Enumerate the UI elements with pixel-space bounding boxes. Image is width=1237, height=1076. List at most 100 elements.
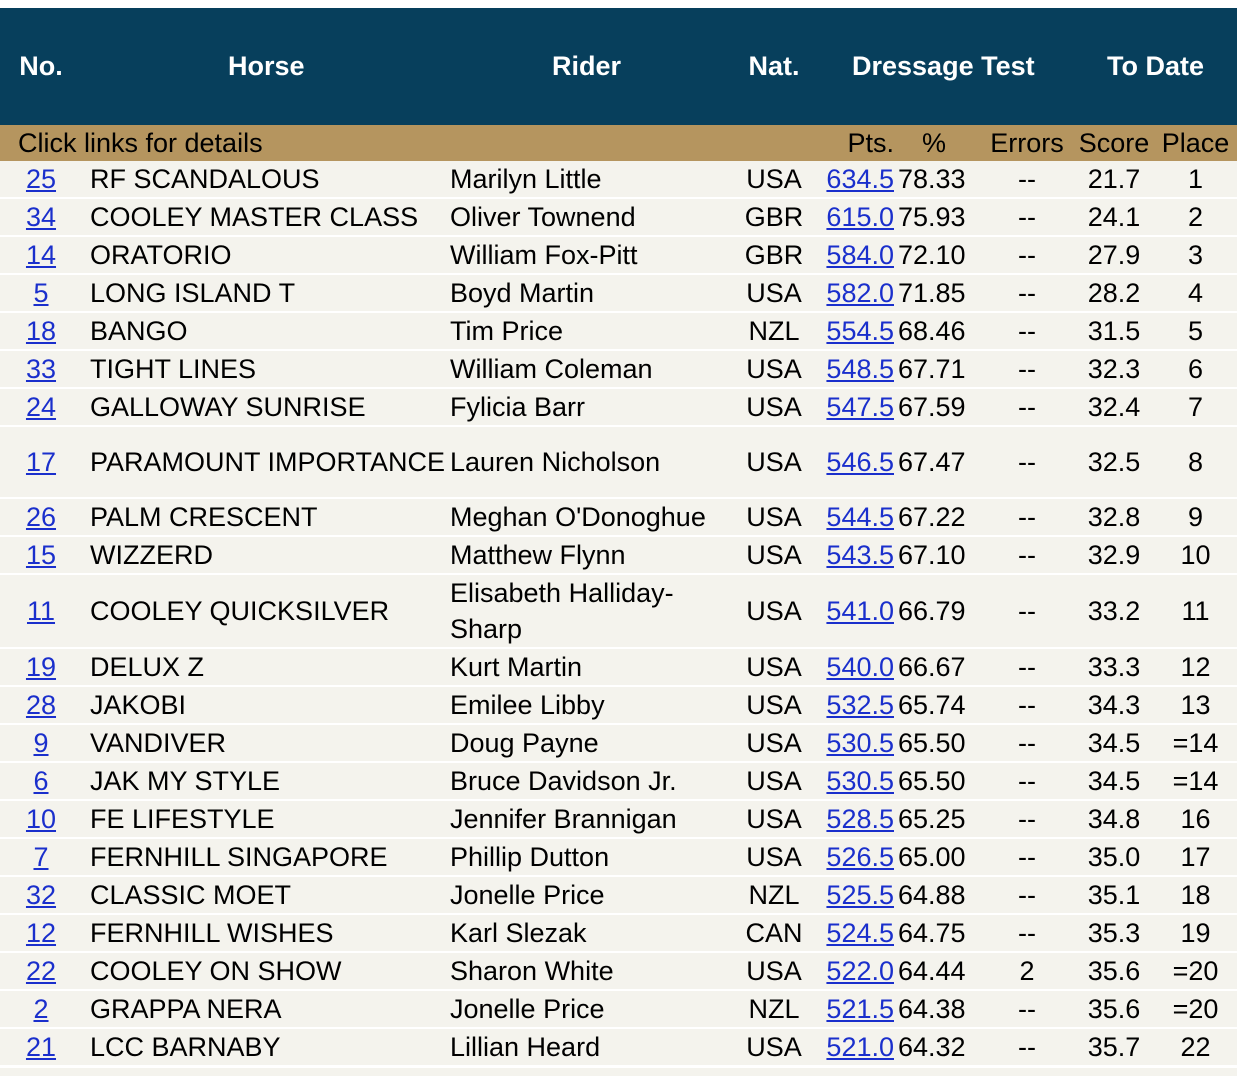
place: =20 [1154, 952, 1237, 991]
table-row: 18 BANGO Tim Price NZL 554.5 68.46 -- 31.5 5 [0, 312, 1237, 351]
entry-number-link[interactable]: 2 [33, 994, 48, 1024]
entry-number-link[interactable]: 12 [26, 918, 56, 948]
entry-number-link[interactable]: 21 [26, 1032, 56, 1062]
dressage-percent: 64.38 [896, 990, 980, 1029]
dressage-points-cell: 543.5 [822, 536, 896, 575]
entry-number-cell: 22 [0, 952, 82, 991]
entry-number-link[interactable]: 28 [26, 690, 56, 720]
entry-number-link[interactable]: 34 [26, 202, 56, 232]
horse-name: CLASSIC MOET [82, 876, 446, 915]
nationality: NZL [726, 876, 822, 915]
dressage-points-cell: 525.5 [822, 876, 896, 915]
dressage-points-link[interactable]: 546.5 [826, 447, 894, 477]
dressage-points-cell: 532.5 [822, 686, 896, 725]
dressage-points-cell: 548.5 [822, 350, 896, 389]
dressage-points-link[interactable]: 521.0 [826, 1032, 894, 1062]
table-row: 10 FE LIFESTYLE Jennifer Brannigan USA 528.5… [0, 800, 1237, 839]
dressage-points-cell: 541.0 [822, 574, 896, 649]
dressage-points-cell: 546.5 [822, 426, 896, 499]
entry-number-link[interactable]: 14 [26, 240, 56, 270]
horse-name: VANDIVER [82, 724, 446, 763]
entry-number-link[interactable]: 32 [26, 880, 56, 910]
dressage-points-link[interactable]: 540.0 [826, 652, 894, 682]
rider-name: Marilyn Little [446, 161, 726, 199]
errors: -- [980, 1028, 1075, 1067]
dressage-points-link[interactable]: 522.0 [826, 956, 894, 986]
rider-name: Tim Price [446, 312, 726, 351]
errors: -- [980, 161, 1075, 199]
entry-number-cell: 21 [0, 1028, 82, 1067]
score: 33.2 [1074, 574, 1155, 649]
header-no: No. [0, 8, 82, 125]
entry-number-link[interactable]: 22 [26, 956, 56, 986]
entry-number-link[interactable]: 9 [33, 728, 48, 758]
dressage-points-link[interactable]: 543.5 [826, 540, 894, 570]
score: 21.7 [1074, 161, 1155, 199]
entry-number-link[interactable]: 26 [26, 502, 56, 532]
entry-number-link[interactable]: 10 [26, 804, 56, 834]
dressage-points-cell: 526.5 [822, 838, 896, 877]
dressage-points-link[interactable]: 532.5 [826, 690, 894, 720]
errors: -- [980, 686, 1075, 725]
entry-number-cell: 9 [0, 724, 82, 763]
dressage-points-link[interactable]: 524.5 [826, 918, 894, 948]
score: 35.6 [1074, 990, 1155, 1029]
dressage-percent: 75.93 [896, 198, 980, 237]
dressage-points-link[interactable]: 544.5 [826, 502, 894, 532]
entry-number-link[interactable]: 19 [26, 652, 56, 682]
horse-name: RF SCANDALOUS [82, 161, 446, 199]
entry-number-cell: 33 [0, 350, 82, 389]
dressage-points-link[interactable]: 528.5 [826, 804, 894, 834]
dressage-points-link[interactable]: 521.5 [826, 994, 894, 1024]
dressage-points-link[interactable]: 530.5 [826, 766, 894, 796]
errors: -- [980, 198, 1075, 237]
entry-number-link[interactable]: 6 [33, 766, 48, 796]
nationality: USA [726, 388, 822, 427]
dressage-points-link[interactable]: 615.0 [826, 202, 894, 232]
table-row: 9 VANDIVER Doug Payne USA 530.5 65.50 -- 34.5 =1… [0, 724, 1237, 763]
header-rider: Rider [446, 8, 726, 125]
dressage-points-link[interactable]: 548.5 [826, 354, 894, 384]
dressage-points-link[interactable]: 634.5 [826, 164, 894, 194]
dressage-points-cell: 522.0 [822, 952, 896, 991]
dressage-points-link[interactable]: 554.5 [826, 316, 894, 346]
score: 35.0 [1074, 838, 1155, 877]
score: 33.3 [1074, 648, 1155, 687]
dressage-percent: 71.85 [896, 274, 980, 313]
table-row: 28 JAKOBI Emilee Libby USA 532.5 65.74 -- 34.3 1… [0, 686, 1237, 725]
entry-number-link[interactable]: 24 [26, 392, 56, 422]
dressage-points-link[interactable]: 584.0 [826, 240, 894, 270]
entry-number-link[interactable]: 18 [26, 316, 56, 346]
horse-name: LCC BARNABY [82, 1028, 446, 1067]
errors: -- [980, 990, 1075, 1029]
subheader-place: Place [1154, 125, 1237, 161]
errors: -- [980, 800, 1075, 839]
subheader-pts: Pts. [822, 125, 896, 161]
rider-name: Jonelle Price [446, 990, 726, 1029]
dressage-points-link[interactable]: 541.0 [826, 596, 894, 626]
header-row: No. Horse Rider Nat. Dressage Test To Da… [0, 8, 1237, 125]
entry-number-cell: 11 [0, 574, 82, 649]
dressage-points-link[interactable]: 525.5 [826, 880, 894, 910]
entry-number-cell: 26 [0, 498, 82, 537]
dressage-points-cell: 540.0 [822, 648, 896, 687]
entry-number-link[interactable]: 11 [27, 596, 55, 626]
entry-number-link[interactable]: 25 [26, 164, 56, 194]
dressage-points-cell: 530.5 [822, 762, 896, 801]
entry-number-link[interactable]: 17 [26, 447, 56, 477]
errors: 2 [980, 952, 1075, 991]
nationality: USA [726, 1028, 822, 1067]
entry-number-link[interactable]: 33 [26, 354, 56, 384]
nationality: USA [726, 536, 822, 575]
dressage-points-link[interactable]: 526.5 [826, 842, 894, 872]
place: 22 [1154, 1028, 1237, 1067]
dressage-percent: 65.74 [896, 686, 980, 725]
entry-number-link[interactable]: 7 [33, 842, 48, 872]
place: 1 [1154, 161, 1237, 199]
entry-number-link[interactable]: 5 [33, 278, 48, 308]
entry-number-link[interactable]: 15 [26, 540, 56, 570]
dressage-points-link[interactable]: 530.5 [826, 728, 894, 758]
dressage-points-link[interactable]: 582.0 [826, 278, 894, 308]
dressage-points-link[interactable]: 547.5 [826, 392, 894, 422]
dressage-points-cell: 634.5 [822, 161, 896, 199]
